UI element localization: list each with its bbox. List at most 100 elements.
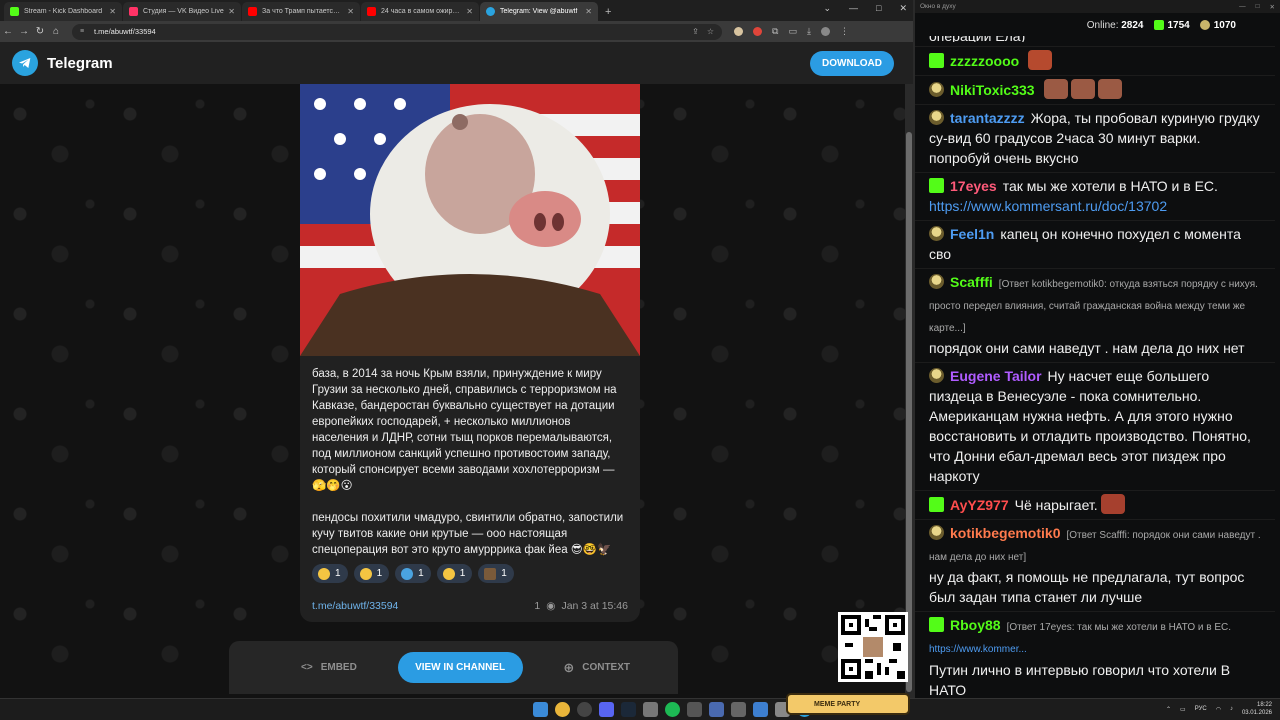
download-icon[interactable]: ⤓ <box>807 26 811 37</box>
windows-start-icon[interactable] <box>533 702 548 717</box>
kick-icon <box>1153 19 1164 30</box>
obs-icon[interactable] <box>577 702 592 717</box>
message-link[interactable]: https://www.kommersant.ru/doc/13702 <box>929 198 1167 214</box>
tab-youtube-2[interactable]: 24 часа в самом ожиревшем ✕ <box>361 2 479 21</box>
monkey-emote-icon <box>1043 79 1068 99</box>
close-icon[interactable]: ✕ <box>585 7 592 16</box>
browser-toolbar: ← → ↻ ⌂ ≡ t.me/abuwtf/33594 ⇪ ☆ ⧉ ▭ ⤓ ⋮ <box>0 21 913 42</box>
chat-username[interactable]: zzzzzoooo <box>950 53 1019 69</box>
telegram-logo-icon[interactable] <box>12 50 38 76</box>
laugh-face-icon <box>442 567 455 580</box>
close-icon[interactable]: ✕ <box>109 7 116 16</box>
clock-date: 03.01.2026 <box>1241 710 1272 716</box>
address-bar[interactable]: ≡ t.me/abuwtf/33594 ⇪ ☆ <box>72 23 722 40</box>
chat-username[interactable]: tarantazzzz <box>950 110 1025 126</box>
app-icon[interactable] <box>709 702 724 717</box>
close-icon[interactable]: ✕ <box>466 7 473 16</box>
chat-username[interactable]: AyYZ977 <box>950 497 1009 513</box>
message-text: Путин лично в интервью говорил что хотел… <box>929 662 1231 698</box>
forward-icon[interactable]: → <box>16 26 32 37</box>
network-icon[interactable]: ▭ <box>1180 706 1186 713</box>
chat-username[interactable]: kotikbegemotik0 <box>950 525 1060 541</box>
chat-username[interactable]: Eugene Tailor <box>950 368 1042 384</box>
maximize-icon[interactable]: □ <box>876 3 881 14</box>
chat-username[interactable]: 17eyes <box>950 178 997 194</box>
chat-message: zzzzzoooo <box>915 47 1275 76</box>
reaction-count: 1 <box>501 568 507 579</box>
chat-username[interactable]: Rboy88 <box>950 617 1001 633</box>
bookmark-star-icon[interactable]: ☆ <box>707 27 714 36</box>
profile-avatar-icon[interactable] <box>820 27 830 36</box>
language-indicator[interactable]: РУС <box>1195 706 1207 712</box>
home-icon[interactable]: ⌂ <box>48 26 64 37</box>
sidebar-icon[interactable]: ▭ <box>788 26 797 37</box>
new-tab-button[interactable]: + <box>599 6 617 21</box>
reply-quote: [Ответ 17eyes: так мы же хотели в НАТО и… <box>1006 622 1232 633</box>
reload-icon[interactable]: ↻ <box>32 26 48 37</box>
site-info-icon[interactable]: ≡ <box>80 28 88 36</box>
minimize-icon[interactable]: — <box>1239 3 1246 10</box>
reaction-grin[interactable]: 1 <box>353 564 390 583</box>
tab-youtube-1[interactable]: За что Трамп пытается убить ✕ <box>242 2 360 21</box>
reaction-laugh[interactable]: 1 <box>436 564 473 583</box>
reaction-whale[interactable]: 1 <box>395 564 431 583</box>
screen: Stream - Kick Dashboard ✕ Студия — VK Ви… <box>0 0 1280 720</box>
chat-window-controls: — □ ✕ <box>1239 3 1275 11</box>
chat-message: операции Ела) <box>915 36 1275 47</box>
page-scrollbar[interactable] <box>905 84 913 698</box>
url-text: t.me/abuwtf/33594 <box>94 27 156 36</box>
chrome-icon[interactable] <box>555 702 570 717</box>
chat-username[interactable]: Scafffi <box>950 274 993 290</box>
app-icon[interactable] <box>687 702 702 717</box>
menu-dots-icon[interactable]: ⋮ <box>840 26 849 37</box>
close-icon[interactable]: ✕ <box>1270 3 1275 11</box>
discord-icon[interactable] <box>599 702 614 717</box>
chat-window-title: Окно в духу <box>920 3 956 10</box>
post-image-eagle[interactable] <box>300 84 640 356</box>
chevron-up-icon[interactable]: ⌃ <box>1166 706 1171 713</box>
reaction-sticker[interactable]: 1 <box>478 564 514 583</box>
extensions-puzzle-icon[interactable]: ⧉ <box>772 26 778 37</box>
chevron-down-icon[interactable]: ⌄ <box>823 3 831 14</box>
file-explorer-icon[interactable] <box>643 702 658 717</box>
share-icon[interactable]: ⇪ <box>692 27 699 36</box>
code-brackets-icon: <> <box>301 662 313 673</box>
maximize-icon[interactable]: □ <box>1256 3 1260 10</box>
app-icon[interactable] <box>731 702 746 717</box>
clock[interactable]: 18:22 03.01.2026 <box>1242 701 1272 717</box>
extension-icon[interactable] <box>753 27 762 36</box>
volume-icon[interactable]: ♪ <box>1230 706 1233 712</box>
tab-kick-dashboard[interactable]: Stream - Kick Dashboard ✕ <box>4 2 122 21</box>
message-text: так мы же хотели в НАТО и в ЕС. <box>1002 178 1218 194</box>
tab-strip: Stream - Kick Dashboard ✕ Студия — VK Ви… <box>0 0 913 21</box>
online-stat: Online: 2824 <box>1087 20 1144 31</box>
steam-icon[interactable] <box>621 702 636 717</box>
minimize-icon[interactable]: — <box>849 3 858 14</box>
hat-badge-icon <box>929 368 944 383</box>
context-button[interactable]: ⊕ CONTEXT <box>563 660 630 676</box>
reaction-thumbs-up[interactable]: 1 <box>312 564 348 583</box>
close-icon[interactable]: ✕ <box>228 7 235 16</box>
tab-vk-studio[interactable]: Студия — VK Видео Live ✕ <box>123 2 241 21</box>
tab-telegram[interactable]: Telegram: View @abuwtf ✕ <box>480 2 598 21</box>
extension-icon[interactable] <box>734 27 743 36</box>
download-button[interactable]: DOWNLOAD <box>810 51 894 76</box>
message-text: ну да факт, я помощь не предлагала, тут … <box>929 569 1245 605</box>
close-icon[interactable]: ✕ <box>899 3 907 14</box>
message-link[interactable]: https://www.kommer... <box>929 644 1027 655</box>
post-date: Jan 3 at 15:46 <box>561 600 628 612</box>
chat-username[interactable]: NikiToxic333 <box>950 82 1035 98</box>
chat-message: Eugene Tailor Ну насчет еще большего пизд… <box>915 363 1275 491</box>
embed-button[interactable]: <> EMBED <box>301 662 357 673</box>
post-link[interactable]: t.me/abuwtf/33594 <box>312 600 398 612</box>
post-action-bar: <> EMBED VIEW IN CHANNEL ⊕ CONTEXT <box>229 641 678 694</box>
app-icon[interactable] <box>753 702 768 717</box>
vk-icon <box>129 7 138 16</box>
spotify-icon[interactable] <box>665 702 680 717</box>
wifi-icon[interactable]: ◠ <box>1216 706 1221 713</box>
back-icon[interactable]: ← <box>0 26 16 37</box>
scrollbar-thumb[interactable] <box>906 132 912 692</box>
view-in-channel-button[interactable]: VIEW IN CHANNEL <box>397 652 523 683</box>
chat-username[interactable]: Feel1n <box>950 226 994 242</box>
close-icon[interactable]: ✕ <box>347 7 354 16</box>
